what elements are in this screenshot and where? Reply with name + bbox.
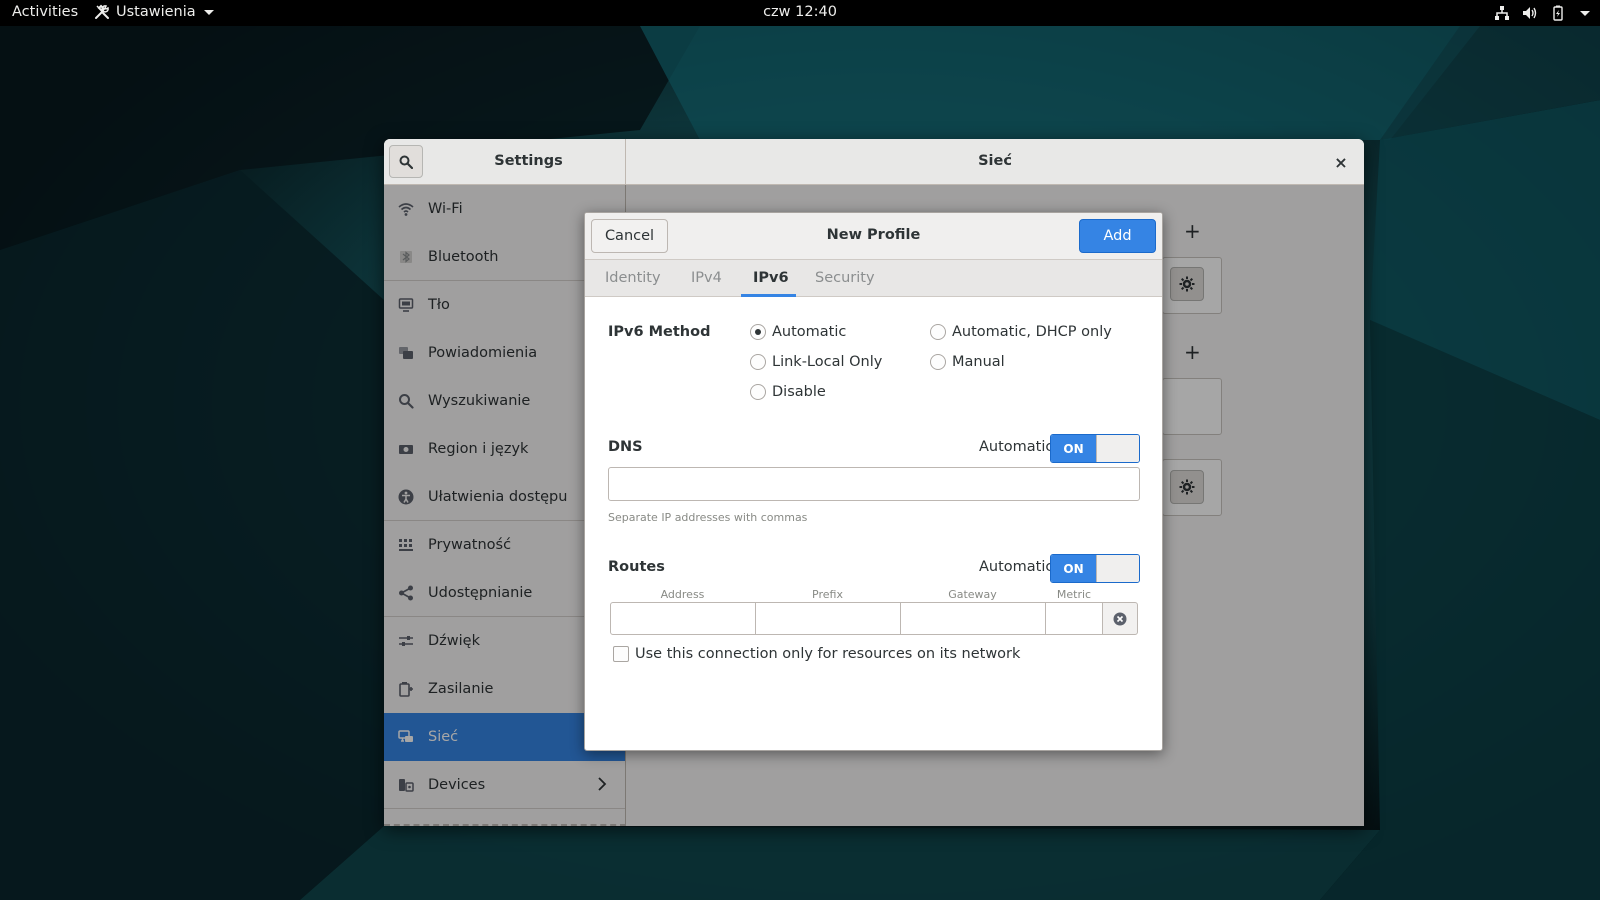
switch-on-label: ON	[1051, 435, 1096, 462]
route-delete-button[interactable]	[1102, 602, 1138, 635]
route-metric-input[interactable]	[1045, 602, 1103, 635]
column-header-gateway: Gateway	[948, 588, 997, 601]
route-gateway-input[interactable]	[900, 602, 1046, 635]
settings-tools-icon	[95, 4, 109, 19]
radio-label: Automatic	[772, 324, 847, 340]
radio-indicator	[750, 324, 766, 340]
sidebar-title: Settings	[494, 153, 563, 169]
window-header: Settings Sieć ×	[384, 139, 1364, 185]
volume-icon	[1523, 7, 1537, 19]
dns-input[interactable]	[608, 467, 1140, 501]
page-title: Sieć	[978, 153, 1012, 169]
radio-label: Disable	[772, 384, 826, 400]
dns-hint: Separate IP addresses with commas	[608, 511, 808, 524]
ipv6-method-label: IPv6 Method	[608, 324, 711, 340]
dns-automatic-switch[interactable]: ON	[1050, 434, 1140, 463]
tab-identity[interactable]: Identity	[605, 270, 661, 286]
activities-button[interactable]: Activities	[12, 4, 78, 20]
column-header-metric: Metric	[1056, 588, 1092, 601]
clock[interactable]: czw 12:40	[763, 4, 837, 20]
radio-link-local-only[interactable]: Link-Local Only	[750, 354, 882, 370]
new-profile-dialog: Cancel New Profile Add Identity IPv4 IPv…	[584, 212, 1163, 751]
app-menu[interactable]: Ustawienia	[94, 4, 214, 20]
checkbox-box	[613, 646, 629, 662]
radio-indicator	[750, 384, 766, 400]
tab-security[interactable]: Security	[815, 270, 875, 286]
radio-manual[interactable]: Manual	[930, 354, 1005, 370]
add-button[interactable]: Add	[1079, 219, 1156, 253]
routes-automatic-label: Automatic	[979, 559, 1054, 575]
radio-indicator	[750, 354, 766, 370]
radio-label: Link-Local Only	[772, 354, 883, 370]
search-icon	[399, 155, 413, 169]
radio-indicator	[930, 324, 946, 340]
radio-automatic-dhcp-only[interactable]: Automatic, DHCP only	[930, 324, 1112, 340]
switch-knob	[1096, 555, 1139, 582]
search-button[interactable]	[389, 145, 423, 178]
system-menu-caret	[1580, 10, 1590, 16]
dns-automatic-label: Automatic	[979, 439, 1054, 455]
tab-ipv6[interactable]: IPv6	[753, 270, 789, 286]
network-icon	[1495, 6, 1509, 20]
switch-knob	[1096, 435, 1139, 462]
route-address-input[interactable]	[610, 602, 756, 635]
top-bar: Activities Ustawienia czw 12:40	[0, 0, 1600, 26]
app-menu-label: Ustawienia	[116, 4, 196, 20]
close-icon: ×	[1334, 152, 1348, 172]
routes-label: Routes	[608, 559, 665, 575]
route-prefix-input[interactable]	[755, 602, 901, 635]
close-button[interactable]: ×	[1328, 149, 1354, 175]
tab-ipv4[interactable]: IPv4	[691, 270, 722, 286]
dialog-header: Cancel New Profile Add	[585, 213, 1162, 260]
delete-circle-icon	[1113, 612, 1127, 625]
column-header-address: Address	[660, 588, 705, 601]
radio-automatic[interactable]: Automatic	[750, 324, 846, 340]
radio-disable[interactable]: Disable	[750, 384, 826, 400]
only-local-resources-checkbox[interactable]: Use this connection only for resources o…	[613, 646, 1020, 662]
dialog-title: New Profile	[826, 227, 921, 243]
dialog-tabs: Identity IPv4 IPv6 Security	[585, 260, 1162, 297]
column-header-prefix: Prefix	[812, 588, 843, 601]
radio-indicator	[930, 354, 946, 370]
radio-label: Automatic, DHCP only	[952, 324, 1112, 340]
system-tray[interactable]	[1494, 5, 1590, 21]
dns-label: DNS	[608, 439, 643, 455]
checkbox-label: Use this connection only for resources o…	[635, 646, 1021, 662]
battery-icon	[1553, 5, 1563, 21]
chevron-down-icon	[203, 9, 214, 15]
switch-on-label: ON	[1051, 555, 1096, 582]
radio-label: Manual	[952, 354, 1005, 370]
active-tab-indicator	[741, 294, 796, 297]
routes-automatic-switch[interactable]: ON	[1050, 554, 1140, 583]
